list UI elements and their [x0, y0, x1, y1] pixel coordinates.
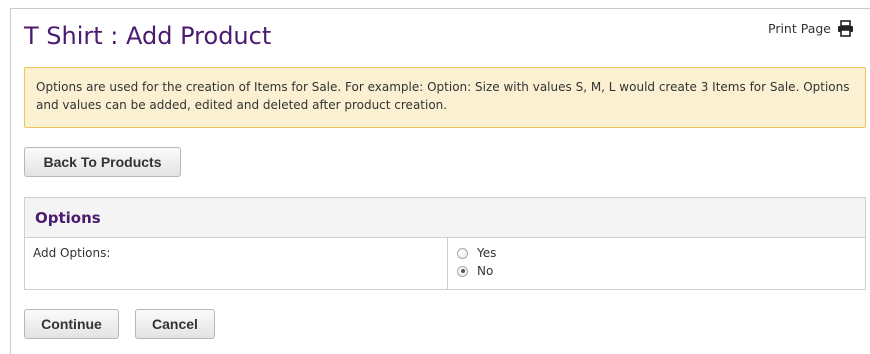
column-divider	[447, 238, 448, 289]
notice-text: Options are used for the creation of Ite…	[36, 80, 850, 112]
radio-yes[interactable]	[457, 247, 468, 259]
add-options-row: Add Options: Yes No	[25, 238, 865, 289]
radio-yes-label: Yes	[477, 246, 497, 260]
options-info-notice: Options are used for the creation of Ite…	[24, 67, 866, 128]
print-page-link[interactable]: Print Page	[768, 20, 854, 37]
radio-no[interactable]	[457, 265, 468, 277]
back-to-products-button[interactable]: Back To Products	[24, 147, 181, 177]
add-options-radio-group: Yes No	[457, 244, 496, 280]
option-yes[interactable]: Yes	[457, 244, 496, 262]
page-title: T Shirt : Add Product	[24, 22, 272, 50]
continue-button[interactable]: Continue	[24, 309, 119, 339]
content-frame	[10, 8, 870, 354]
option-no[interactable]: No	[457, 262, 496, 280]
cancel-button[interactable]: Cancel	[135, 309, 215, 339]
options-panel: Options Add Options: Yes No	[24, 197, 866, 290]
radio-no-label: No	[477, 264, 494, 278]
printer-icon	[837, 20, 854, 37]
print-page-label: Print Page	[768, 21, 831, 36]
add-options-label: Add Options:	[33, 246, 111, 260]
options-header: Options	[25, 198, 865, 238]
